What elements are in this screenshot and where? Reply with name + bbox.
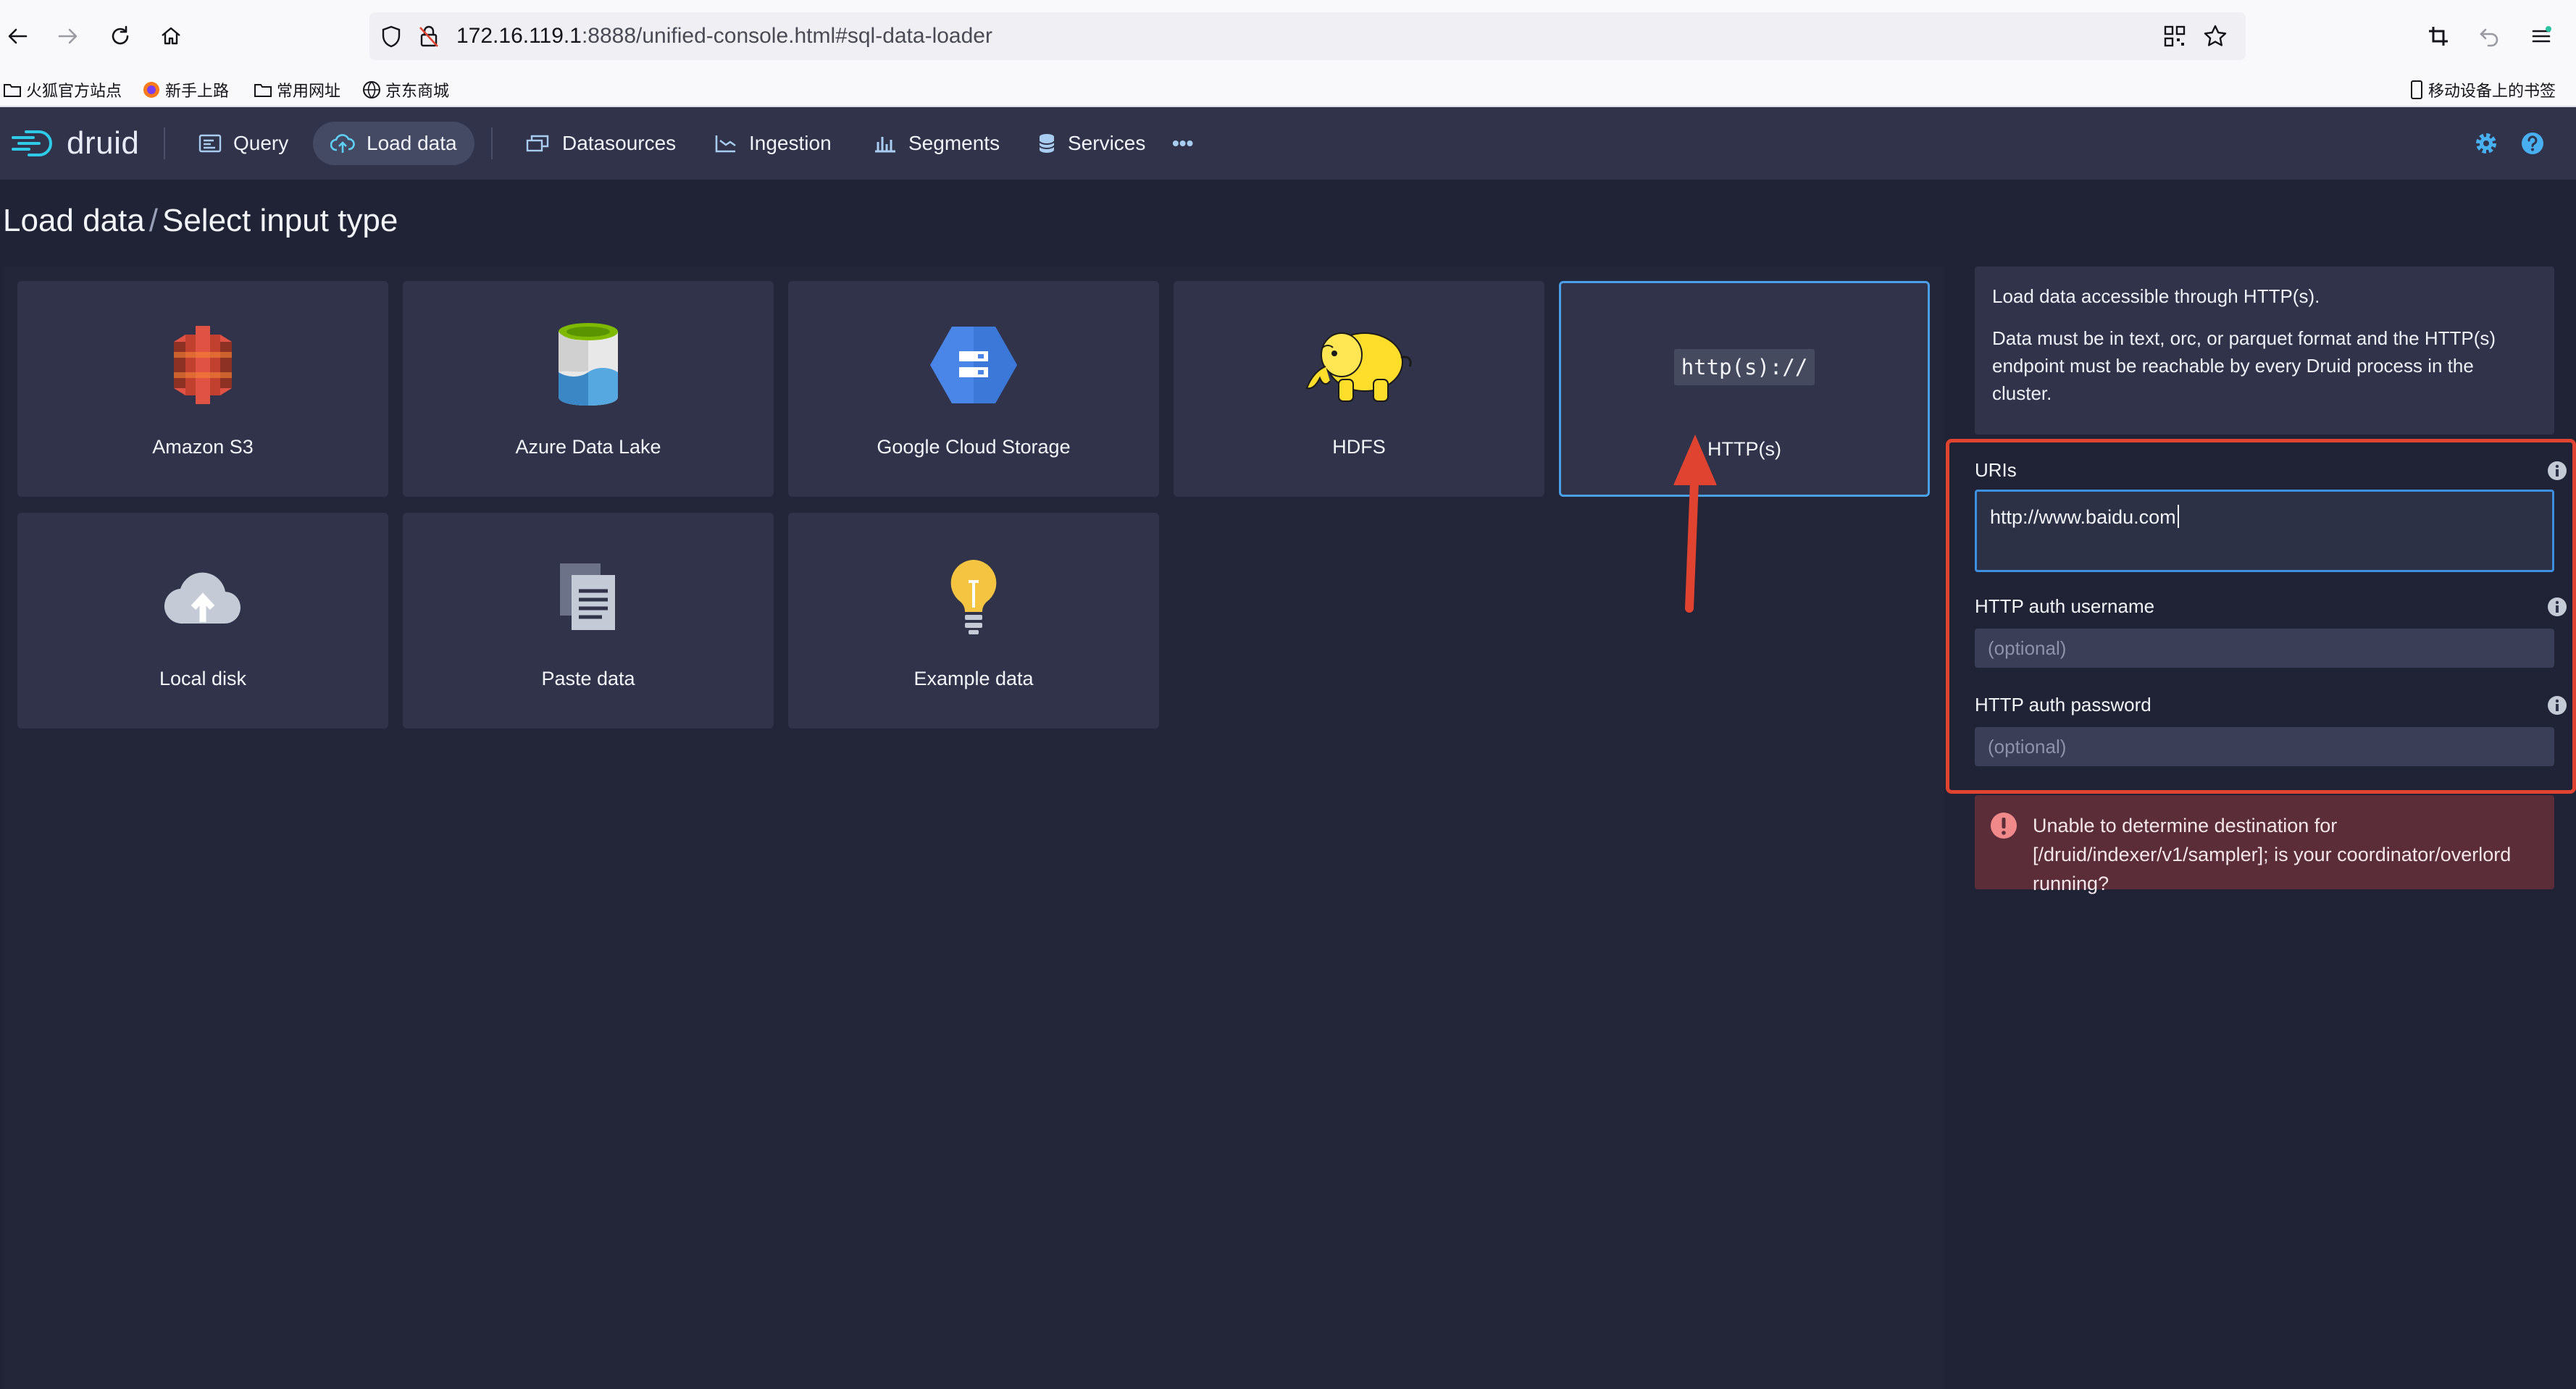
nav-query[interactable]: Query bbox=[181, 122, 306, 165]
azure-data-lake-icon bbox=[403, 322, 774, 408]
back-button[interactable] bbox=[1, 20, 33, 52]
bookmark-item[interactable]: 新手上路 bbox=[142, 72, 229, 107]
tile-label: Paste data bbox=[541, 668, 635, 689]
tile-label: Example data bbox=[913, 668, 1034, 689]
bookmark-item[interactable]: 常用网址 bbox=[254, 72, 340, 107]
mobile-bookmarks[interactable]: 移动设备上的书签 bbox=[2409, 72, 2556, 107]
druid-logo[interactable]: druid bbox=[10, 123, 139, 164]
amazon-s3-icon bbox=[17, 322, 388, 408]
menu-icon[interactable] bbox=[2525, 20, 2557, 52]
address-bar[interactable]: 172.16.119.1:8888/unified-console.html#s… bbox=[369, 12, 2246, 60]
error-icon bbox=[1991, 813, 2017, 839]
tile-amazon-s3[interactable]: Amazon S3 bbox=[17, 281, 388, 497]
crop-screenshot-icon[interactable] bbox=[2422, 20, 2454, 52]
bookmark-item[interactable]: 火狐官方站点 bbox=[3, 72, 122, 107]
nav-more-menu[interactable]: ••• bbox=[1155, 122, 1210, 165]
document-icon bbox=[403, 553, 774, 640]
folder-icon bbox=[254, 84, 272, 97]
annotation-arrow bbox=[1673, 435, 1717, 613]
forward-button[interactable] bbox=[52, 20, 84, 52]
tile-azure-data-lake[interactable]: Azure Data Lake bbox=[403, 281, 774, 497]
undo-icon[interactable] bbox=[2473, 20, 2505, 52]
breadcrumb-root: Load data bbox=[3, 203, 145, 238]
http-password-label: HTTP auth password bbox=[1975, 694, 2151, 716]
logo-text: druid bbox=[67, 125, 140, 161]
tile-label: Amazon S3 bbox=[152, 436, 254, 458]
nav-services[interactable]: Services bbox=[1020, 122, 1163, 165]
info-text: Data must be in text, orc, or parquet fo… bbox=[1992, 327, 2496, 404]
home-button[interactable] bbox=[155, 20, 187, 52]
reload-button[interactable] bbox=[104, 20, 136, 52]
info-callout: Load data accessible through HTTP(s). Da… bbox=[1975, 267, 2554, 435]
breadcrumb-current: Select input type bbox=[162, 203, 398, 238]
bookmark-star-icon[interactable] bbox=[2202, 23, 2228, 49]
mobile-device-icon bbox=[2411, 80, 2422, 99]
url-text: 172.16.119.1:8888/unified-console.html#s… bbox=[456, 24, 992, 48]
lightbulb-icon bbox=[788, 553, 1159, 640]
side-panel: Load data accessible through HTTP(s). Da… bbox=[1946, 267, 2576, 1389]
tile-google-cloud-storage[interactable]: Google Cloud Storage bbox=[788, 281, 1159, 497]
nav-load-data[interactable]: Load data bbox=[313, 122, 474, 165]
nav-ingestion[interactable]: Ingestion bbox=[697, 122, 849, 165]
browser-toolbar: 172.16.119.1:8888/unified-console.html#s… bbox=[0, 0, 2576, 72]
error-message: Unable to determine destination for [/dr… bbox=[2033, 815, 2512, 894]
http-username-label: HTTP auth username bbox=[1975, 595, 2155, 617]
insecure-lock-icon[interactable] bbox=[416, 23, 442, 49]
tile-paste-data[interactable]: Paste data bbox=[403, 513, 774, 729]
nav-segments[interactable]: Segments bbox=[856, 122, 1017, 165]
header-divider bbox=[491, 127, 493, 159]
info-icon[interactable] bbox=[2547, 597, 2567, 617]
shield-icon[interactable] bbox=[378, 23, 404, 49]
bookmarks-bar: 火狐官方站点 新手上路 常用网址 京东商城 移动设备上的书签 bbox=[0, 72, 2576, 107]
folder-icon bbox=[4, 84, 21, 97]
tile-label: Google Cloud Storage bbox=[877, 436, 1071, 458]
text-cursor bbox=[2177, 505, 2179, 528]
tile-label: Azure Data Lake bbox=[515, 436, 661, 458]
http-icon: http(s):// bbox=[1561, 324, 1928, 411]
datasources-icon bbox=[526, 135, 549, 152]
app-header: druid Query Load data Datasources Ingest… bbox=[0, 107, 2576, 180]
http-username-input[interactable] bbox=[1975, 629, 2554, 668]
ingestion-icon bbox=[715, 135, 736, 153]
info-icon[interactable] bbox=[2547, 695, 2567, 716]
globe-icon bbox=[363, 81, 380, 98]
uris-label: URIs bbox=[1975, 459, 2017, 481]
druid-logo-icon bbox=[12, 130, 52, 156]
info-icon[interactable] bbox=[2547, 461, 2567, 481]
tile-example-data[interactable]: Example data bbox=[788, 513, 1159, 729]
uris-textarea[interactable]: http://www.baidu.com bbox=[1975, 490, 2554, 572]
tile-label: Local disk bbox=[159, 668, 247, 689]
database-icon bbox=[1039, 134, 1055, 153]
nav-datasources[interactable]: Datasources bbox=[509, 122, 693, 165]
bookmark-item[interactable]: 京东商城 bbox=[362, 72, 449, 107]
header-divider bbox=[164, 127, 165, 159]
tile-local-disk[interactable]: Local disk bbox=[17, 513, 388, 729]
error-callout: Unable to determine destination for [/dr… bbox=[1975, 795, 2554, 894]
tile-hdfs[interactable]: HDFS bbox=[1174, 281, 1544, 497]
qr-code-icon[interactable] bbox=[2162, 23, 2188, 49]
breadcrumb-separator: / bbox=[149, 203, 158, 238]
hadoop-elephant-icon bbox=[1174, 322, 1544, 408]
page-title: Load data / Select input type bbox=[3, 203, 398, 239]
settings-gear-icon[interactable] bbox=[2472, 129, 2501, 158]
info-text: Load data accessible through HTTP(s). bbox=[1992, 285, 2320, 307]
firefox-icon bbox=[143, 82, 159, 98]
help-icon[interactable] bbox=[2518, 129, 2547, 158]
cloud-upload-icon bbox=[17, 553, 388, 640]
cloud-upload-icon bbox=[330, 134, 355, 153]
google-cloud-storage-icon bbox=[788, 322, 1159, 408]
query-icon bbox=[198, 134, 222, 153]
http-password-input[interactable] bbox=[1975, 727, 2554, 766]
tile-label: HDFS bbox=[1332, 436, 1386, 458]
segments-icon bbox=[875, 137, 895, 153]
